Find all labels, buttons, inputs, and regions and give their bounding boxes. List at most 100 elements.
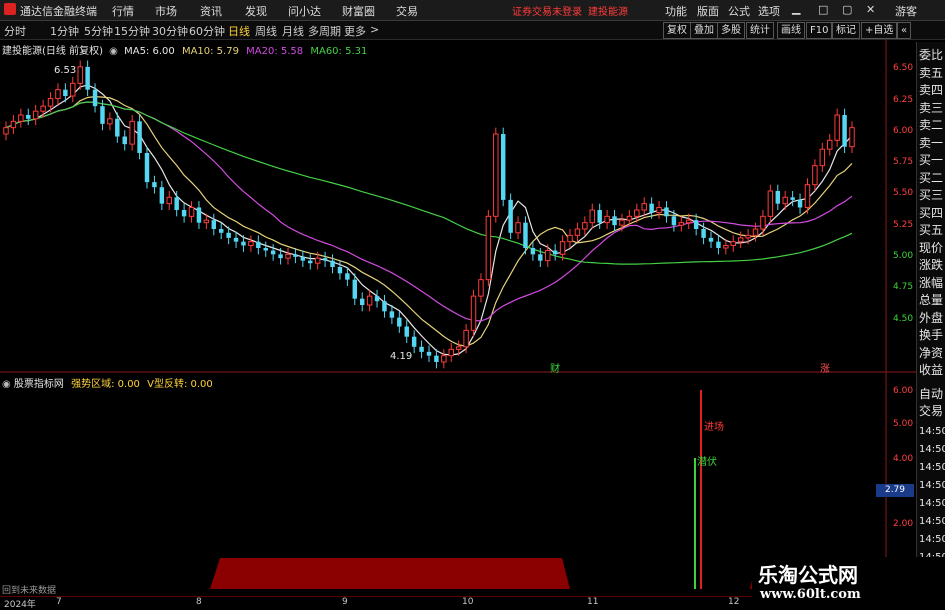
- candle-body[interactable]: [40, 105, 46, 112]
- candle-body[interactable]: [752, 228, 759, 236]
- menu-function[interactable]: 功能: [665, 3, 687, 19]
- candle-body[interactable]: [366, 295, 373, 306]
- candle-body[interactable]: [397, 317, 402, 327]
- period-tab-timeshare[interactable]: 分时: [4, 23, 26, 39]
- candle-body[interactable]: [10, 120, 17, 129]
- candle-body[interactable]: [115, 118, 120, 137]
- candle-body[interactable]: [626, 215, 633, 221]
- candle-body[interactable]: [359, 298, 365, 305]
- candle-body[interactable]: [404, 326, 409, 337]
- candle-body[interactable]: [434, 355, 439, 362]
- candle-body[interactable]: [567, 234, 573, 243]
- window-icon[interactable]: □: [818, 3, 828, 16]
- candle-body[interactable]: [152, 182, 157, 188]
- candle-body[interactable]: [122, 136, 127, 145]
- candle-body[interactable]: [352, 279, 358, 299]
- side-mid-trade[interactable]: 交易: [919, 402, 943, 419]
- candle-body[interactable]: [470, 295, 477, 331]
- candle-body[interactable]: [203, 219, 210, 224]
- candle-body[interactable]: [374, 296, 380, 302]
- candle-body[interactable]: [278, 254, 283, 259]
- candle-body[interactable]: [737, 237, 744, 243]
- candle-body[interactable]: [538, 254, 543, 261]
- candle-body[interactable]: [47, 98, 54, 107]
- candle-body[interactable]: [842, 115, 847, 147]
- mark-button[interactable]: 标记: [832, 22, 860, 39]
- candle-body[interactable]: [782, 196, 788, 205]
- candle-body[interactable]: [775, 191, 781, 204]
- collapse-icon[interactable]: «: [897, 22, 912, 39]
- candle-body[interactable]: [159, 187, 165, 204]
- candle-body[interactable]: [18, 114, 24, 122]
- menu-news[interactable]: 资讯: [200, 3, 222, 19]
- candle-body[interactable]: [515, 222, 521, 234]
- candle-body[interactable]: [419, 346, 424, 352]
- candle-body[interactable]: [181, 210, 187, 217]
- menu-trade[interactable]: 交易: [396, 3, 418, 19]
- candle-body[interactable]: [85, 66, 90, 90]
- candle-body[interactable]: [241, 241, 246, 246]
- candle-body[interactable]: [730, 241, 736, 246]
- candle-body[interactable]: [708, 237, 714, 242]
- f10-button[interactable]: F10: [806, 22, 833, 39]
- candle-body[interactable]: [827, 139, 833, 150]
- candle-body[interactable]: [812, 165, 818, 186]
- candle-body[interactable]: [463, 329, 469, 348]
- candle-body[interactable]: [478, 279, 484, 297]
- guest-label[interactable]: 游客: [895, 3, 917, 19]
- candle-body[interactable]: [656, 206, 662, 214]
- candle-body[interactable]: [485, 215, 492, 281]
- chart-area[interactable]: [0, 40, 916, 596]
- candle-body[interactable]: [144, 153, 150, 183]
- statistics-button[interactable]: 统计: [746, 22, 774, 39]
- candle-body[interactable]: [604, 215, 610, 224]
- candle-body[interactable]: [767, 190, 774, 217]
- candle-body[interactable]: [3, 127, 9, 135]
- settings-icon[interactable]: ◉: [2, 379, 11, 390]
- menu-ask[interactable]: 问小达: [288, 3, 321, 19]
- candle-body[interactable]: [107, 118, 113, 125]
- candle-body[interactable]: [337, 267, 343, 274]
- menu-discover[interactable]: 发现: [245, 3, 267, 19]
- candle-body[interactable]: [493, 133, 499, 217]
- candle-body[interactable]: [552, 250, 558, 255]
- candle-body[interactable]: [574, 228, 581, 236]
- candle-body[interactable]: [233, 237, 239, 242]
- candle-body[interactable]: [196, 207, 202, 223]
- candle-body[interactable]: [441, 355, 447, 363]
- candle-body[interactable]: [849, 127, 855, 148]
- candle-body[interactable]: [314, 257, 321, 264]
- candle-body[interactable]: [26, 115, 31, 119]
- candle-body[interactable]: [308, 260, 313, 264]
- adjust-button[interactable]: 复权: [663, 22, 691, 39]
- candle-body[interactable]: [760, 215, 766, 230]
- menu-options[interactable]: 选项: [758, 3, 780, 19]
- candle-body[interactable]: [55, 89, 61, 100]
- candle-body[interactable]: [701, 229, 706, 238]
- candle-body[interactable]: [455, 346, 462, 350]
- candle-body[interactable]: [819, 148, 826, 167]
- draw-line-button[interactable]: 画线: [777, 22, 805, 39]
- add-watchlist-button[interactable]: +自选: [861, 22, 898, 39]
- menu-market[interactable]: 行情: [112, 3, 134, 19]
- candle-body[interactable]: [263, 248, 268, 251]
- candle-body[interactable]: [804, 184, 811, 208]
- close-icon[interactable]: ✕: [866, 3, 875, 16]
- candle-body[interactable]: [834, 114, 840, 141]
- period-tab-60min[interactable]: 60分钟: [189, 23, 225, 39]
- candle-body[interactable]: [649, 203, 654, 213]
- candle-body[interactable]: [129, 120, 135, 145]
- period-tab-15min[interactable]: 15分钟: [114, 23, 150, 39]
- period-tab-daily[interactable]: 日线: [228, 23, 250, 39]
- candle-body[interactable]: [137, 121, 142, 153]
- candle-body[interactable]: [248, 241, 254, 246]
- candle-body[interactable]: [634, 209, 640, 217]
- candle-body[interactable]: [589, 209, 595, 224]
- finance-marker[interactable]: 财: [550, 360, 560, 375]
- candle-body[interactable]: [270, 250, 276, 255]
- candle-body[interactable]: [597, 210, 602, 223]
- candle-body[interactable]: [545, 250, 551, 262]
- candle-body[interactable]: [612, 216, 617, 226]
- candle-body[interactable]: [218, 229, 224, 233]
- candle-body[interactable]: [256, 241, 261, 248]
